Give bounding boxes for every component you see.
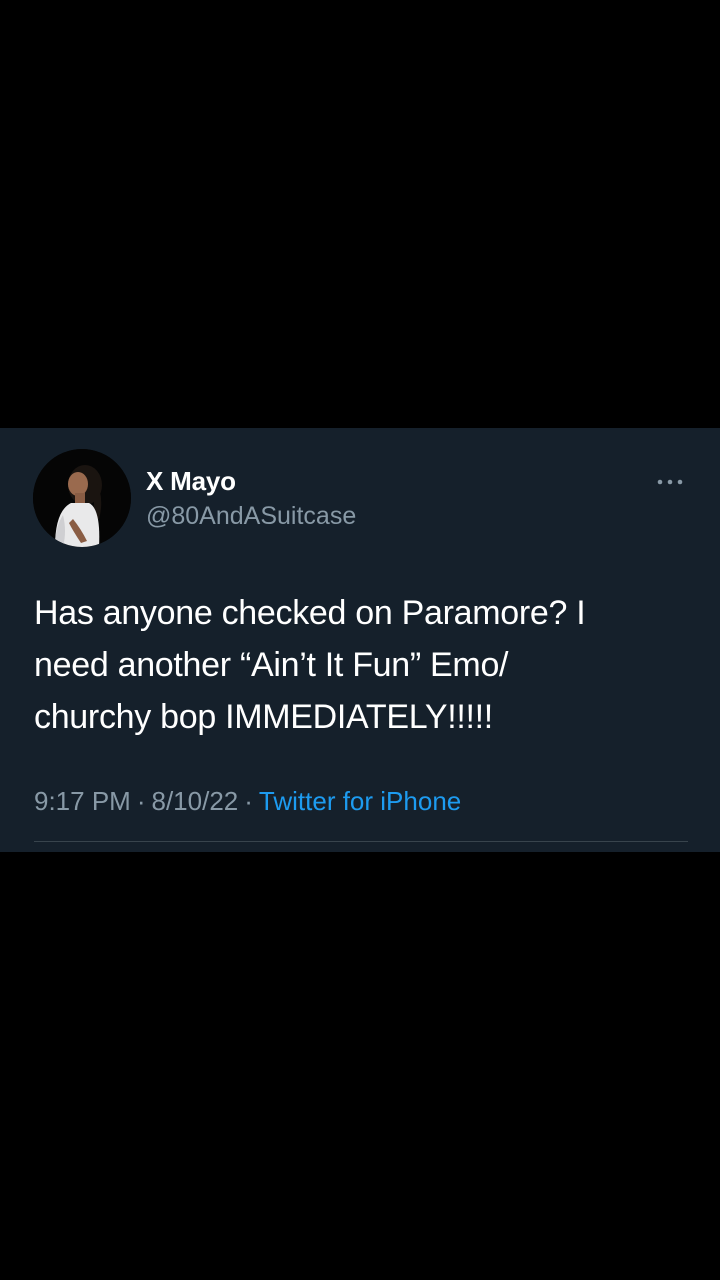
ellipsis-icon: [657, 479, 683, 485]
user-handle[interactable]: @80AndASuitcase: [146, 501, 356, 531]
meta-separator: ·: [244, 786, 253, 816]
tweet-date[interactable]: 8/10/22: [152, 786, 239, 816]
divider: [34, 841, 688, 842]
avatar[interactable]: [33, 449, 131, 547]
display-name[interactable]: X Mayo: [146, 466, 236, 496]
tweet-source-link[interactable]: Twitter for iPhone: [259, 786, 461, 816]
tweet-meta: 9:17 PM · 8/10/22 · Twitter for iPhone: [34, 785, 461, 817]
tweet-card: X Mayo @80AndASuitcase Has anyone checke…: [0, 428, 720, 852]
tweet-time[interactable]: 9:17 PM: [34, 786, 131, 816]
meta-separator: ·: [136, 786, 146, 816]
profile-photo-icon: [33, 449, 131, 547]
more-options-button[interactable]: [650, 468, 690, 496]
tweet-text: Has anyone checked on Paramore? I need a…: [34, 594, 586, 736]
